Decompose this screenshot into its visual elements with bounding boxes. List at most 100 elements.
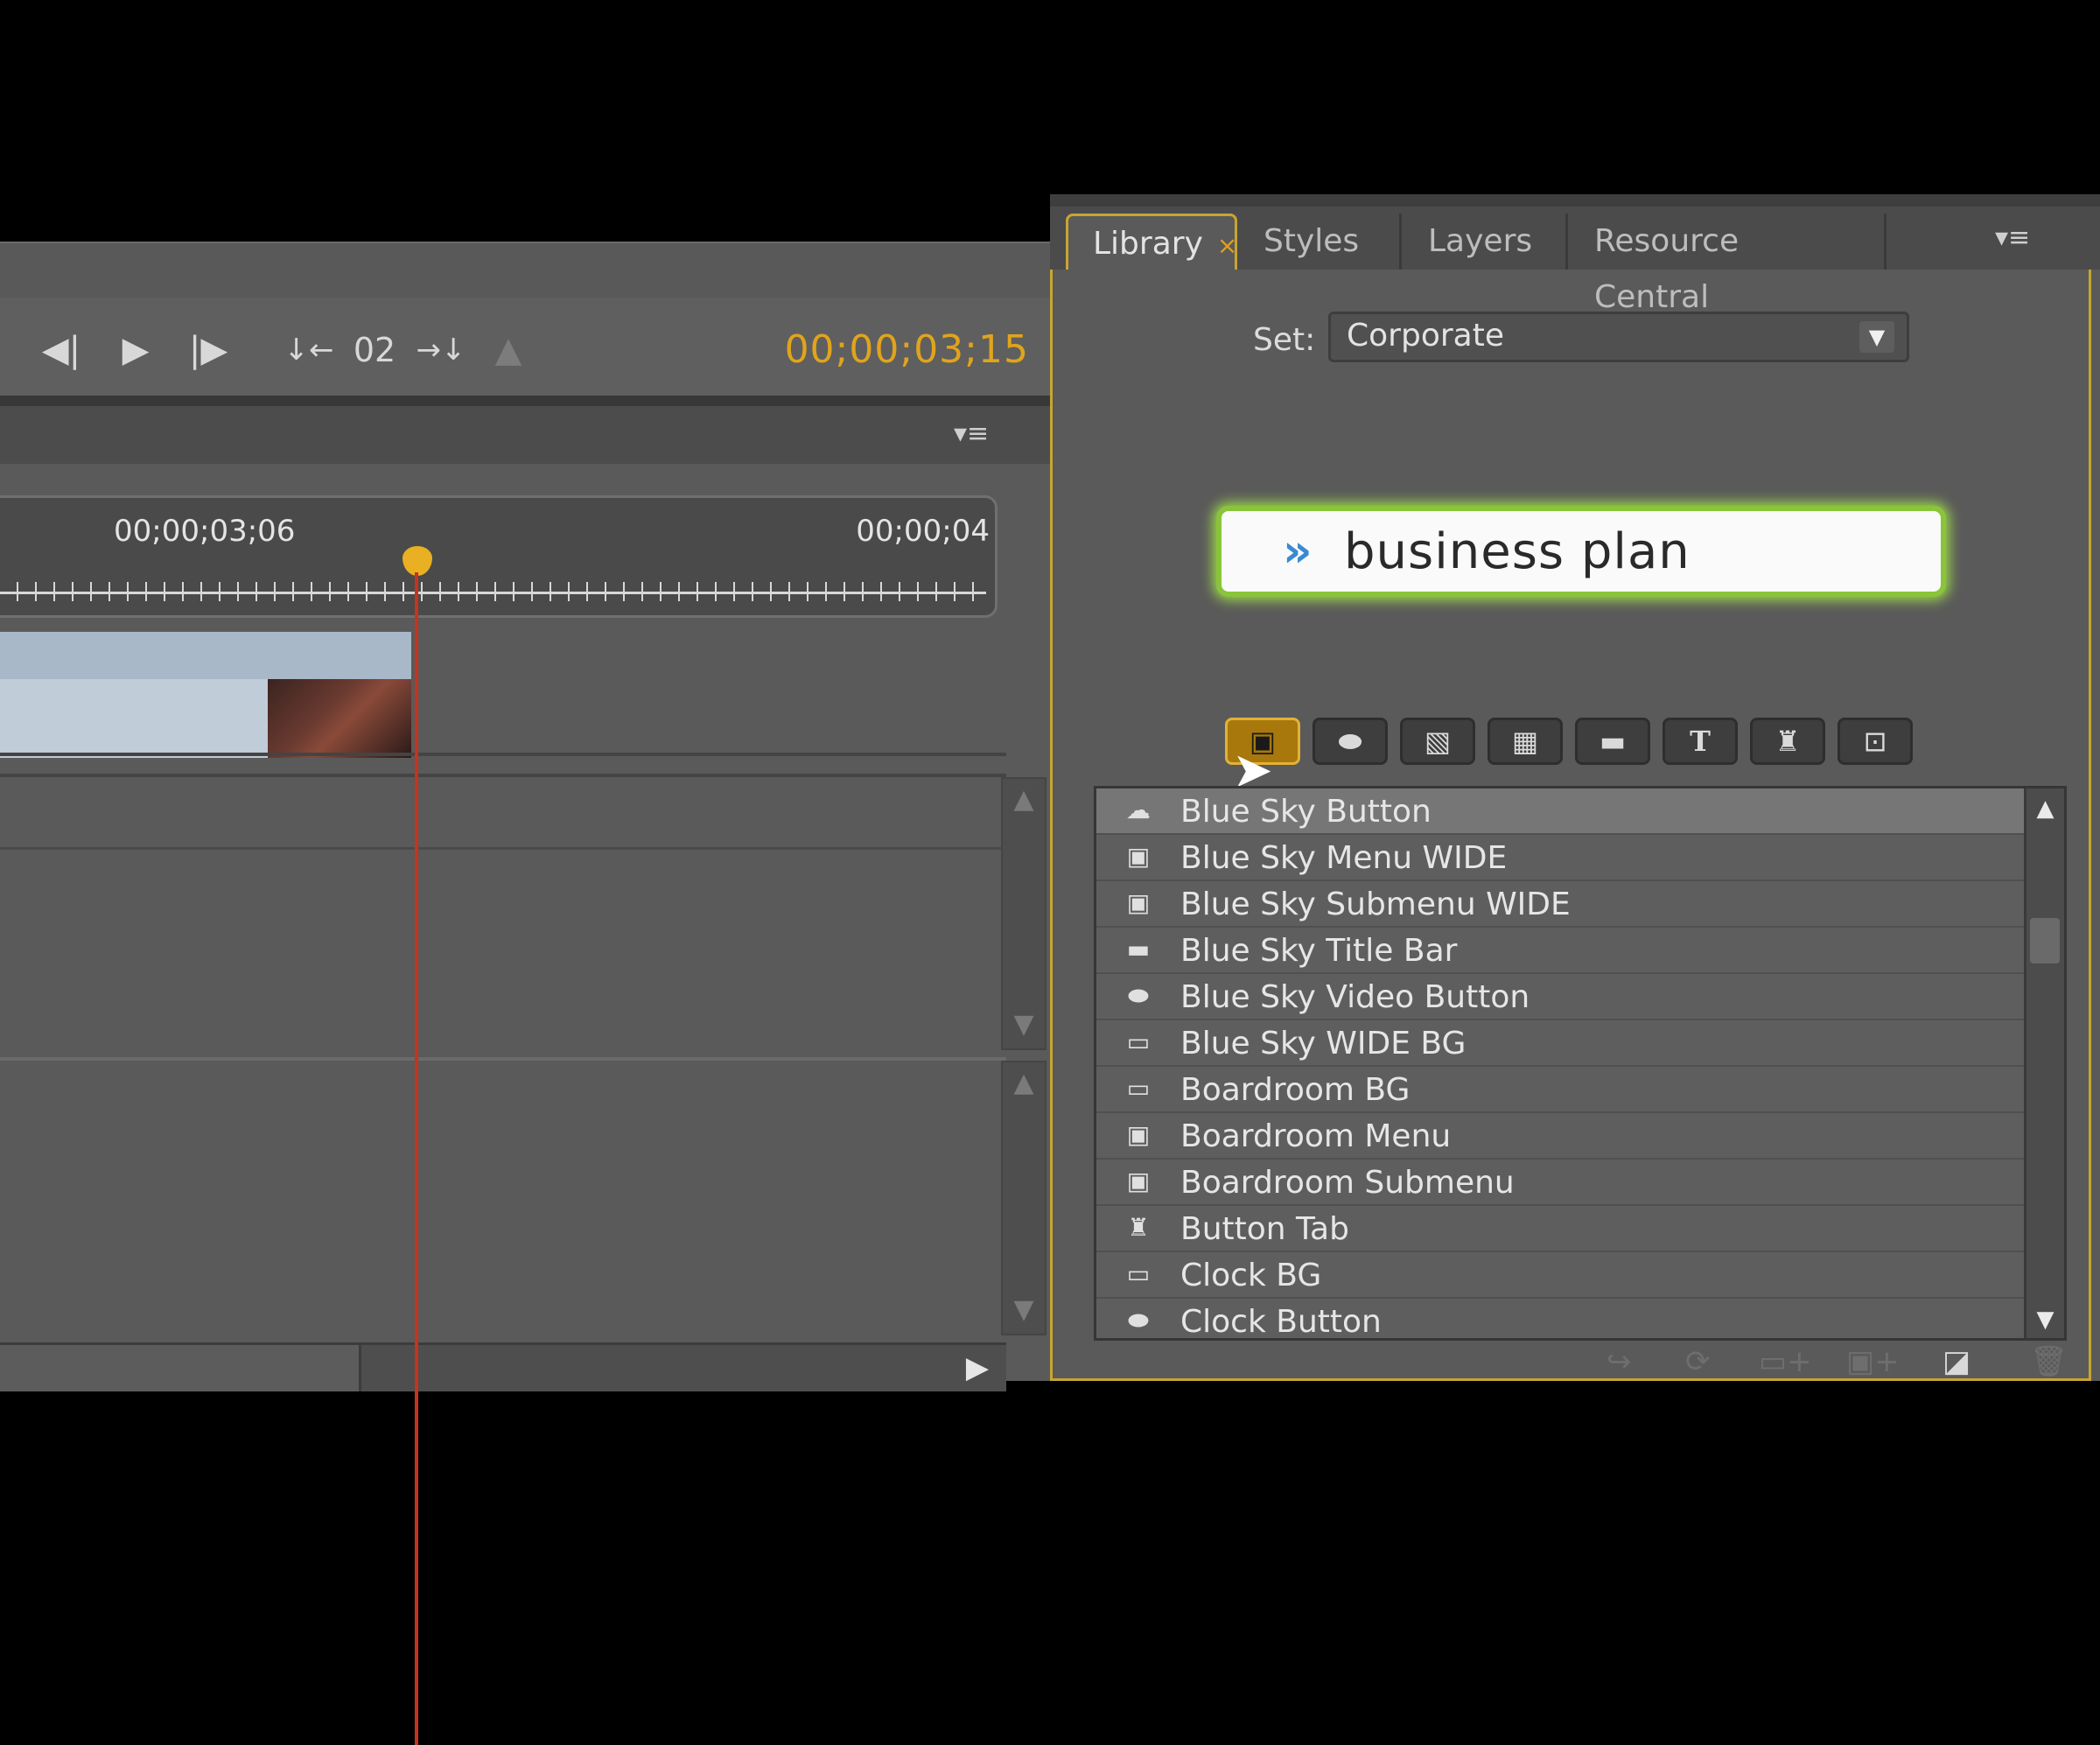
video-clip-header[interactable] — [0, 632, 411, 679]
timeline-ruler[interactable]: 00;00;03;06 00;00;04 — [0, 495, 998, 618]
trash-icon[interactable]: 🗑 — [2030, 1344, 2068, 1379]
panel-tab-bar: Library × Styles Layers Resource Central … — [1050, 207, 2100, 315]
step-forward-button[interactable]: |▶ — [182, 324, 234, 376]
filter-images-button[interactable]: ▧ — [1400, 718, 1475, 765]
mark-out-icon[interactable]: →↓ — [413, 324, 469, 376]
list-item-label: Blue Sky Title Bar — [1180, 933, 1458, 969]
button-item-icon: ⬬ — [1128, 981, 1149, 1010]
scroll-up-arrow-icon[interactable]: ▲ — [1003, 784, 1045, 815]
ruler-end-timecode: 00;00;04 — [856, 514, 990, 549]
track-scrollbar-upper[interactable]: ▲ ▼ — [1001, 777, 1046, 1050]
ruler-start-timecode: 00;00;03;06 — [114, 514, 296, 549]
playhead-line[interactable] — [415, 572, 418, 1745]
list-item-label: Boardroom Submenu — [1180, 1165, 1515, 1201]
replace-icon[interactable]: ⟳ — [1685, 1344, 1711, 1379]
button-item-icon: ⬬ — [1128, 1306, 1149, 1335]
clip-thumbnail — [268, 679, 411, 758]
list-item-label: Blue Sky Menu WIDE — [1180, 840, 1508, 876]
list-item-label: Blue Sky WIDE BG — [1180, 1026, 1466, 1062]
list-item[interactable]: ▣ Boardroom Menu — [1096, 1113, 2024, 1160]
list-item-label: Clock Button — [1180, 1304, 1382, 1340]
list-item[interactable]: ▭ Clock BG — [1096, 1252, 2024, 1299]
timeline-header — [0, 406, 1050, 464]
timeline-horizontal-scrollbar[interactable]: ▶ — [0, 1342, 1006, 1391]
mark-in-icon[interactable]: ↓← — [282, 324, 336, 376]
list-item-label: Blue Sky Video Button — [1180, 979, 1530, 1015]
background-item-icon: ▭ — [1126, 1074, 1151, 1103]
list-item[interactable]: ⬬ Blue Sky Video Button — [1096, 974, 2024, 1020]
step-back-button[interactable]: ◀| — [35, 324, 88, 376]
library-panel-menu-icon[interactable]: ▾≡ — [1995, 222, 2030, 253]
add-marker-icon[interactable]: ▲ — [486, 324, 530, 376]
horizontal-scroll-thumb[interactable] — [0, 1345, 361, 1391]
menu-item-icon: ▣ — [1126, 888, 1151, 917]
list-item[interactable]: ▣ Blue Sky Submenu WIDE — [1096, 881, 2024, 928]
new-item-icon[interactable]: ◪ — [1942, 1344, 1970, 1379]
tab-library[interactable]: Library × — [1066, 214, 1237, 270]
menu-item-icon: ▣ — [1126, 842, 1151, 871]
scroll-up-arrow-icon[interactable]: ▲ — [2026, 795, 2064, 822]
monitor-controls-bar: ◀| ▶ |▶ ↓← 02 →↓ ▲ 00;00;03;15 — [0, 242, 1050, 396]
play-button[interactable]: ▶ — [112, 324, 159, 376]
list-item[interactable]: ▣ Boardroom Submenu — [1096, 1160, 2024, 1206]
set-label: Set: — [1253, 322, 1316, 358]
apply-icon[interactable]: ↪ — [1606, 1344, 1632, 1379]
background-item-icon: ▭ — [1126, 1259, 1151, 1288]
list-item[interactable]: ⬬ Clock Button — [1096, 1299, 2024, 1340]
list-item[interactable]: ▬ Blue Sky Title Bar — [1096, 928, 2024, 974]
timeline-panel: ▾≡ 00;00;03;06 00;00;04 ▲ ▼ ▲ ▼ ▶ — [0, 396, 1050, 1745]
filter-buttons-button[interactable]: ⬬ — [1312, 718, 1388, 765]
list-scroll-thumb[interactable] — [2030, 918, 2060, 964]
tab-resource-central[interactable]: Resource Central — [1570, 214, 1886, 315]
close-tab-icon[interactable]: × — [1217, 231, 1237, 260]
filter-text-button[interactable]: T — [1662, 718, 1738, 765]
chevron-right-icon: » — [1283, 525, 1312, 578]
track-divider — [0, 847, 1006, 850]
timeline-panel-menu-icon[interactable]: ▾≡ — [954, 418, 989, 449]
set-dropdown-value: Corporate — [1347, 318, 1504, 354]
new-menu-icon[interactable]: ▭+ — [1759, 1344, 1812, 1379]
track-scrollbar-lower[interactable]: ▲ ▼ — [1001, 1061, 1046, 1335]
button-item-icon: ☁ — [1126, 795, 1151, 824]
list-item[interactable]: ▭ Blue Sky WIDE BG — [1096, 1020, 2024, 1067]
background-item-icon: ▭ — [1126, 1027, 1151, 1056]
list-item[interactable]: ☁ Blue Sky Button — [1096, 788, 2024, 835]
library-panel: Library × Styles Layers Resource Central … — [1050, 194, 2100, 1381]
list-item[interactable]: ♜ Button Tab — [1096, 1206, 2024, 1252]
track-divider — [0, 1057, 1006, 1061]
list-item-label: Boardroom BG — [1180, 1072, 1410, 1108]
monitor-header-strip — [0, 243, 1050, 298]
tab-styles[interactable]: Styles — [1239, 214, 1402, 270]
ruler-ticks — [0, 566, 986, 605]
list-item[interactable]: ▭ Boardroom BG — [1096, 1067, 2024, 1113]
preview-text: business plan — [1344, 523, 1690, 580]
scroll-down-arrow-icon[interactable]: ▼ — [1003, 1009, 1045, 1040]
filter-graphics-button[interactable]: ♜ — [1750, 718, 1825, 765]
scroll-up-arrow-icon[interactable]: ▲ — [1003, 1068, 1045, 1098]
filter-backgrounds-button[interactable]: ▦ — [1488, 718, 1563, 765]
graphic-item-icon: ♜ — [1127, 1213, 1150, 1242]
list-item-label: Button Tab — [1180, 1211, 1349, 1247]
tab-layers[interactable]: Layers — [1404, 214, 1568, 270]
filter-video-button[interactable]: ⊡ — [1838, 718, 1913, 765]
track-divider — [0, 774, 1006, 777]
list-item-label: Boardroom Menu — [1180, 1118, 1452, 1154]
tab-label: Library — [1093, 226, 1203, 262]
list-item[interactable]: ▣ Blue Sky Menu WIDE — [1096, 835, 2024, 881]
menu-item-icon: ▣ — [1126, 1120, 1151, 1149]
new-submenu-icon[interactable]: ▣+ — [1846, 1344, 1900, 1379]
scroll-down-arrow-icon[interactable]: ▼ — [2026, 1307, 2064, 1333]
list-scrollbar[interactable]: ▲ ▼ — [2024, 788, 2064, 1338]
item-preview: » business plan — [1216, 506, 1946, 597]
list-item-label: Blue Sky Submenu WIDE — [1180, 887, 1571, 922]
set-dropdown[interactable]: Corporate ▼ — [1328, 312, 1909, 362]
frame-count-field[interactable]: 02 — [346, 324, 402, 376]
current-timecode: 00;00;03;15 — [784, 327, 1029, 372]
library-item-list[interactable]: ☁ Blue Sky Button ▣ Blue Sky Menu WIDE ▣… — [1094, 786, 2067, 1341]
chevron-down-icon[interactable]: ▼ — [1859, 321, 1894, 353]
menu-item-icon: ▣ — [1126, 1167, 1151, 1195]
frame-item-icon: ▬ — [1126, 935, 1151, 964]
filter-frames-button[interactable]: ▬ — [1575, 718, 1650, 765]
scroll-right-arrow-icon[interactable]: ▶ — [966, 1350, 989, 1385]
scroll-down-arrow-icon[interactable]: ▼ — [1003, 1294, 1045, 1325]
